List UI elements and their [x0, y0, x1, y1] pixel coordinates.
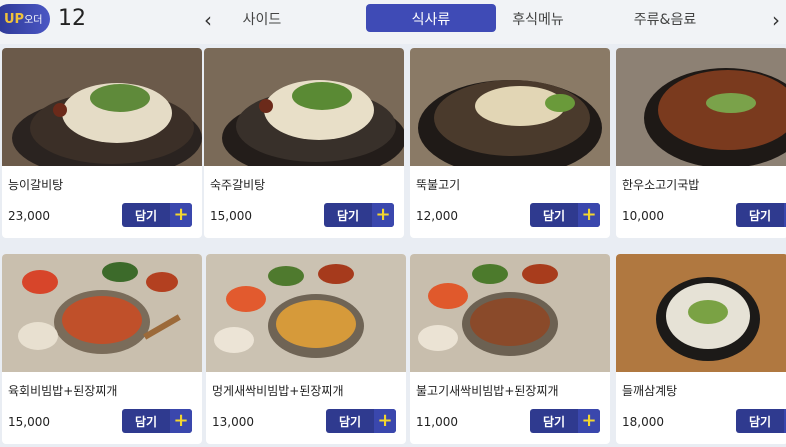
add-to-cart-button[interactable]: 담기 +	[324, 203, 394, 227]
menu-name: 불고기새싹비빔밥+된장찌개	[416, 384, 559, 398]
cart-count[interactable]: 12	[58, 6, 86, 31]
add-label: 담기	[748, 415, 772, 429]
food-photo	[2, 254, 202, 372]
menu-name: 능이갈비탕	[8, 178, 64, 192]
plus-icon: +	[374, 409, 396, 433]
food-photo	[616, 48, 786, 166]
food-photo	[410, 48, 610, 166]
add-to-cart-button[interactable]: 담기 +	[122, 203, 192, 227]
menu-card[interactable]: 능이갈비탕 23,000 담기 +	[2, 48, 202, 238]
add-label: 담기	[134, 209, 158, 223]
brand-logo: UP오더	[0, 4, 50, 34]
food-photo	[616, 254, 786, 372]
menu-card[interactable]: 멍게새싹비빔밥+된장찌개 13,000 담기 +	[206, 254, 406, 444]
menu-price: 15,000	[210, 209, 252, 223]
menu-price: 11,000	[416, 415, 458, 429]
category-bar: UP오더 12 ‹ 사이드 식사류 후식메뉴 주류&음료 ›	[0, 0, 786, 44]
add-to-cart-button[interactable]: 담기 +	[530, 203, 600, 227]
plus-icon: +	[170, 409, 192, 433]
menu-card[interactable]: 육회비빔밥+된장찌개 15,000 담기 +	[2, 254, 202, 444]
add-label: 담기	[542, 209, 566, 223]
menu-price: 18,000	[622, 415, 664, 429]
tab-dessert[interactable]: 후식메뉴	[496, 4, 580, 32]
logo-sub: 오더	[24, 15, 43, 26]
add-label: 담기	[748, 209, 772, 223]
add-label: 담기	[542, 415, 566, 429]
tab-meals[interactable]: 식사류	[366, 4, 496, 32]
menu-card[interactable]: 들깨삼계탕 18,000 담기 +	[616, 254, 786, 444]
menu-price: 15,000	[8, 415, 50, 429]
chevron-left-icon[interactable]: ‹	[198, 8, 218, 32]
menu-name: 뚝불고기	[416, 178, 461, 192]
add-to-cart-button[interactable]: 담기 +	[530, 409, 600, 433]
plus-icon: +	[578, 409, 600, 433]
plus-icon: +	[372, 203, 394, 227]
add-to-cart-button[interactable]: 담기 +	[122, 409, 192, 433]
plus-icon: +	[578, 203, 600, 227]
logo-text: UP	[4, 12, 25, 27]
menu-card[interactable]: 한우소고기국밥 10,000 담기 +	[616, 48, 786, 238]
tab-side[interactable]: 사이드	[222, 4, 302, 32]
menu-name: 숙주갈비탕	[210, 178, 266, 192]
menu-price: 10,000	[622, 209, 664, 223]
menu-name: 멍게새싹비빔밥+된장찌개	[212, 384, 344, 398]
food-photo	[2, 48, 202, 166]
menu-name: 육회비빔밥+된장찌개	[8, 384, 118, 398]
chevron-right-icon[interactable]: ›	[766, 8, 786, 32]
menu-price: 12,000	[416, 209, 458, 223]
menu-card[interactable]: 불고기새싹비빔밥+된장찌개 11,000 담기 +	[410, 254, 610, 444]
add-label: 담기	[336, 209, 360, 223]
add-to-cart-button[interactable]: 담기 +	[736, 203, 786, 227]
menu-name: 들깨삼계탕	[622, 384, 678, 398]
add-label: 담기	[338, 415, 362, 429]
menu-card[interactable]: 뚝불고기 12,000 담기 +	[410, 48, 610, 238]
tab-drinks[interactable]: 주류&음료	[615, 4, 715, 32]
plus-icon: +	[170, 203, 192, 227]
menu-name: 한우소고기국밥	[622, 178, 700, 192]
add-label: 담기	[134, 415, 158, 429]
food-photo	[206, 254, 406, 372]
food-photo	[204, 48, 404, 166]
menu-price: 23,000	[8, 209, 50, 223]
food-photo	[410, 254, 610, 372]
menu-price: 13,000	[212, 415, 254, 429]
add-to-cart-button[interactable]: 담기 +	[326, 409, 396, 433]
menu-card[interactable]: 숙주갈비탕 15,000 담기 +	[204, 48, 404, 238]
add-to-cart-button[interactable]: 담기 +	[736, 409, 786, 433]
